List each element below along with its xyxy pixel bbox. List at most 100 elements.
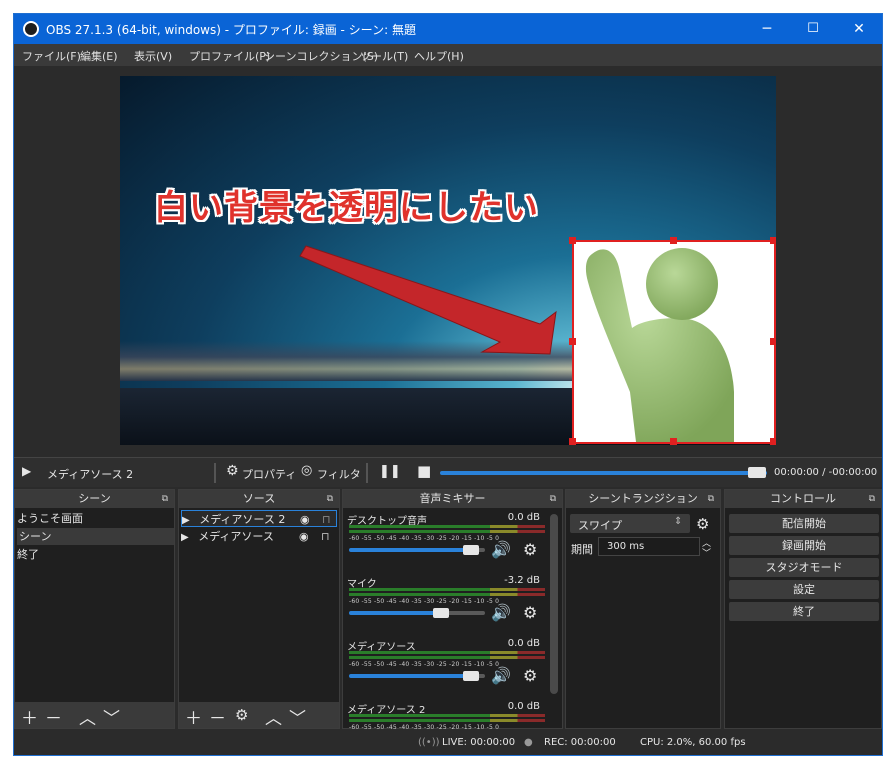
start-streaming-button[interactable]: 配信開始 — [729, 514, 879, 533]
audio-level-meter — [349, 530, 545, 533]
volume-slider-fill[interactable] — [349, 611, 441, 615]
duration-input[interactable]: 300 ms — [598, 537, 700, 556]
seek-handle[interactable] — [748, 467, 766, 478]
scenes-dock: シーン ⧉ ようこそ画面 シーン 終了 ＋ － ︿ ﹀ — [14, 489, 175, 729]
resize-handle-top[interactable] — [670, 237, 677, 244]
source-item[interactable]: ▶ メディアソース ◉ ⊓ — [181, 528, 337, 545]
audio-level-meter — [349, 593, 545, 596]
move-up-button[interactable]: ︿ — [79, 704, 96, 729]
resize-handle-bottom[interactable] — [670, 438, 677, 445]
resize-handle-top-left[interactable] — [569, 237, 576, 244]
transition-select[interactable]: スワイプ ⇕ — [570, 514, 690, 533]
move-up-button[interactable]: ︿ — [265, 704, 282, 729]
title-bar: OBS 27.1.3 (64-bit, windows) - プロファイル: 録… — [14, 14, 882, 44]
transition-gear-icon[interactable]: ⚙ — [696, 515, 709, 533]
scene-item[interactable]: ようこそ画面 — [17, 510, 172, 527]
mixer-gear-icon[interactable]: ⚙ — [523, 666, 537, 685]
mixer-channel-db: 0.0 dB — [507, 512, 540, 523]
meter-scale: -60 -55 -50 -45 -40 -35 -30 -25 -20 -15 … — [349, 598, 500, 605]
broadcast-icon: ((•)) — [418, 737, 440, 748]
mixer-gear-icon[interactable]: ⚙ — [523, 603, 537, 622]
separator — [366, 463, 368, 483]
obs-window: OBS 27.1.3 (64-bit, windows) - プロファイル: 録… — [13, 13, 883, 756]
source-name: メディアソース 2 — [199, 513, 286, 526]
audio-level-meter — [349, 656, 545, 659]
float-dock-icon[interactable]: ⧉ — [327, 490, 333, 508]
raised-hand-figure-icon — [585, 248, 734, 442]
current-source-name: メディアソース 2 — [47, 468, 134, 481]
sources-dock: ソース ⧉ ▶ メディアソース 2 ◉ ⊓ ▶ メディアソース ◉ ⊓ ＋ － ⚙… — [178, 489, 340, 729]
speaker-icon[interactable]: 🔊 — [491, 603, 511, 622]
close-button[interactable]: ✕ — [836, 14, 882, 44]
eye-icon[interactable]: ◉ — [299, 528, 309, 545]
scenes-header: シーン ⧉ — [15, 490, 174, 508]
properties-button[interactable]: プロパティ — [242, 466, 296, 482]
speaker-icon[interactable]: 🔊 — [491, 666, 511, 685]
float-dock-icon[interactable]: ⧉ — [550, 490, 556, 508]
unlock-icon[interactable]: ⊓ — [322, 511, 331, 528]
menu-help[interactable]: ヘルプ(H) — [414, 48, 464, 64]
source-item[interactable]: ▶ メディアソース 2 ◉ ⊓ — [181, 510, 337, 527]
preview-canvas[interactable]: 白い背景を透明にしたい — [120, 76, 776, 445]
scene-item[interactable]: 終了 — [17, 546, 172, 563]
source-name: メディアソース — [198, 530, 274, 543]
add-source-button[interactable]: ＋ — [185, 704, 202, 729]
menu-bar: ファイル(F) 編集(E) 表示(V) プロファイル(P) シーンコレクション(… — [14, 44, 882, 66]
media-time: 00:00:00 / -00:00:00 — [774, 467, 878, 478]
resize-handle-bottom-left[interactable] — [569, 438, 576, 445]
move-down-button[interactable]: ﹀ — [289, 704, 306, 729]
exit-button[interactable]: 終了 — [729, 602, 879, 621]
preview-area: 白い背景を透明にしたい — [14, 66, 882, 456]
source-settings-gear-icon[interactable]: ⚙ — [235, 706, 248, 724]
mixer-scrollbar[interactable] — [550, 514, 558, 694]
rec-status: REC: 00:00:00 — [544, 737, 616, 748]
scene-item-selected[interactable]: シーン — [17, 528, 174, 545]
start-recording-button[interactable]: 録画開始 — [729, 536, 879, 555]
audio-level-meter — [349, 651, 545, 654]
remove-source-button[interactable]: － — [209, 704, 226, 729]
resize-handle-top-right[interactable] — [770, 237, 776, 244]
filters-button[interactable]: フィルタ — [317, 466, 361, 482]
mixer-channel-db: 0.0 dB — [507, 638, 540, 649]
duration-down-icon[interactable]: ﹀ — [702, 546, 711, 559]
obs-logo-icon — [23, 21, 39, 37]
seek-bar[interactable] — [440, 471, 767, 475]
resize-handle-left[interactable] — [569, 338, 576, 345]
resize-handle-right[interactable] — [770, 338, 776, 345]
menu-profile[interactable]: プロファイル(P) — [189, 48, 270, 64]
sources-header: ソース ⧉ — [179, 490, 339, 508]
float-dock-icon[interactable]: ⧉ — [869, 490, 875, 508]
volume-slider-handle[interactable] — [463, 671, 479, 681]
volume-slider-fill[interactable] — [349, 674, 471, 678]
window-title: OBS 27.1.3 (64-bit, windows) - プロファイル: 録… — [46, 23, 416, 37]
pause-button[interactable]: ❚❚ — [379, 464, 401, 479]
move-down-button[interactable]: ﹀ — [103, 704, 120, 729]
media-source-selection[interactable] — [572, 240, 776, 444]
studio-mode-button[interactable]: スタジオモード — [729, 558, 879, 577]
play-icon[interactable]: ▶ — [22, 464, 31, 478]
mixer-gear-icon[interactable]: ⚙ — [523, 540, 537, 559]
float-dock-icon[interactable]: ⧉ — [162, 490, 168, 508]
volume-slider-handle[interactable] — [463, 545, 479, 555]
duration-label: 期間 — [571, 543, 593, 556]
remove-scene-button[interactable]: － — [45, 704, 62, 729]
menu-tools[interactable]: ツール(T) — [360, 48, 408, 64]
resize-handle-bottom-right[interactable] — [770, 438, 776, 445]
menu-view[interactable]: 表示(V) — [134, 48, 172, 64]
stop-button[interactable]: ■ — [417, 462, 431, 480]
settings-button[interactable]: 設定 — [729, 580, 879, 599]
volume-slider-handle[interactable] — [433, 608, 449, 618]
eye-icon[interactable]: ◉ — [300, 511, 310, 528]
add-scene-button[interactable]: ＋ — [21, 704, 38, 729]
volume-slider-fill[interactable] — [349, 548, 471, 552]
controls-dock: コントロール ⧉ 配信開始 録画開始 スタジオモード 設定 終了 — [724, 489, 882, 729]
speaker-icon[interactable]: 🔊 — [491, 540, 511, 559]
maximize-button[interactable]: ☐ — [790, 14, 836, 44]
menu-file[interactable]: ファイル(F) — [22, 48, 81, 64]
menu-edit[interactable]: 編集(E) — [80, 48, 118, 64]
float-dock-icon[interactable]: ⧉ — [708, 490, 714, 508]
minimize-button[interactable]: ─ — [744, 14, 790, 44]
lock-icon[interactable]: ⊓ — [321, 528, 330, 545]
meter-scale: -60 -55 -50 -45 -40 -35 -30 -25 -20 -15 … — [349, 724, 500, 731]
separator — [214, 463, 216, 483]
